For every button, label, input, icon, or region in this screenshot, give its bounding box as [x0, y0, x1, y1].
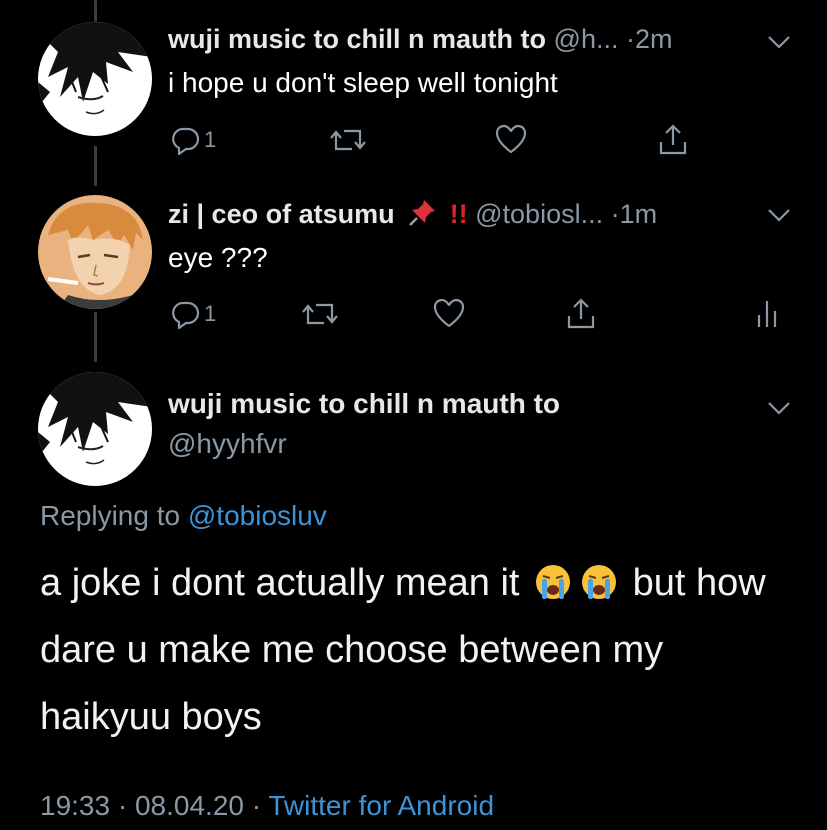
thread-line-mid1: [94, 146, 97, 186]
thread-line-mid2: [94, 312, 97, 362]
tweet-2-text: eye ???: [168, 242, 268, 273]
double-exclamation-emoji: !!: [449, 199, 468, 229]
heart-icon: [495, 124, 527, 154]
tweet-2-header: zi | ceo of atsumu !! @tobiosl... ·1m: [168, 197, 767, 230]
tweet-1-actions: 1: [168, 120, 728, 160]
avatar-wuji-image: [38, 22, 152, 136]
tweet-2-share-button[interactable]: [564, 294, 598, 334]
tweet-1-retweet-button[interactable]: [328, 120, 368, 160]
main-tweet-meta: 19:33 · 08.04.20 · Twitter for Android: [40, 790, 494, 822]
tweet-2-reply-count: 1: [204, 301, 217, 326]
main-tweet-author-name[interactable]: wuji music to chill n mauth to: [168, 388, 560, 420]
tweet-1-time[interactable]: 2m: [635, 24, 673, 54]
tweet-2-separator: ·: [610, 199, 620, 229]
main-tweet-handle[interactable]: @hyyhfvr: [168, 428, 287, 460]
tweet-1-handle[interactable]: @h...: [554, 24, 619, 54]
main-tweet-text: a joke i dont actually mean it but how d…: [40, 550, 800, 751]
thread-line-top: [94, 0, 97, 22]
retweet-icon: [330, 129, 366, 151]
pushpin-emoji-icon: [409, 200, 436, 226]
tweet-1-like-button[interactable]: [494, 120, 528, 160]
main-tweet-separator-2: ·: [251, 790, 262, 821]
tweet-2-reply-button[interactable]: 1: [168, 294, 216, 334]
retweet-icon: [302, 303, 338, 325]
analytics-icon: [757, 301, 777, 327]
avatar-wuji-main[interactable]: [38, 372, 152, 486]
chevron-down-icon[interactable]: [766, 205, 792, 225]
reply-icon: [172, 301, 200, 330]
main-tweet-date: 08.04.20: [134, 790, 244, 821]
loudly-crying-face-emoji-icon: [536, 565, 571, 599]
replying-to-link[interactable]: @tobiosluv: [188, 500, 327, 531]
share-icon: [659, 124, 687, 155]
tweet-2-retweet-button[interactable]: [300, 294, 340, 334]
replying-to-line: Replying to @tobiosluv: [40, 500, 327, 532]
main-tweet-text-part1: a joke i dont actually mean it: [40, 562, 520, 604]
loudly-crying-face-emoji-icon: [582, 565, 617, 599]
tweet-1-header: wuji music to chill n mauth to @h... ·2m: [168, 24, 767, 55]
replying-to-prefix: Replying to: [40, 500, 181, 531]
chevron-down-icon[interactable]: [766, 32, 792, 52]
avatar-wuji[interactable]: [38, 22, 152, 136]
main-tweet-time: 19:33: [40, 790, 111, 821]
tweet-2-time[interactable]: 1m: [620, 199, 658, 229]
tweet-1-author-name[interactable]: wuji music to chill n mauth to: [168, 24, 546, 54]
avatar-zi[interactable]: [38, 195, 152, 309]
tweet-1-reply-button[interactable]: 1: [168, 120, 216, 160]
tweet-1-separator: ·: [625, 24, 635, 54]
chevron-down-icon[interactable]: [766, 398, 792, 418]
reply-icon: [172, 127, 200, 156]
tweet-2-handle[interactable]: @tobiosl...: [475, 199, 603, 229]
tweet-2-like-button[interactable]: [432, 294, 466, 334]
heart-icon: [433, 298, 465, 328]
main-tweet-separator-1: ·: [117, 790, 128, 821]
tweet-1-reply-count: 1: [204, 127, 217, 152]
share-icon: [567, 298, 595, 329]
avatar-zi-image: [38, 195, 152, 309]
tweet-2-analytics-button[interactable]: [754, 294, 784, 334]
tweet-1-share-button[interactable]: [656, 120, 690, 160]
tweet-2-author-name[interactable]: zi | ceo of atsumu: [168, 199, 395, 229]
main-tweet-source-link[interactable]: Twitter for Android: [268, 790, 494, 821]
avatar-wuji-main-image: [38, 372, 152, 486]
tweet-2-actions: 1: [168, 294, 788, 334]
tweet-1-text: i hope u don't sleep well tonight: [168, 67, 558, 98]
